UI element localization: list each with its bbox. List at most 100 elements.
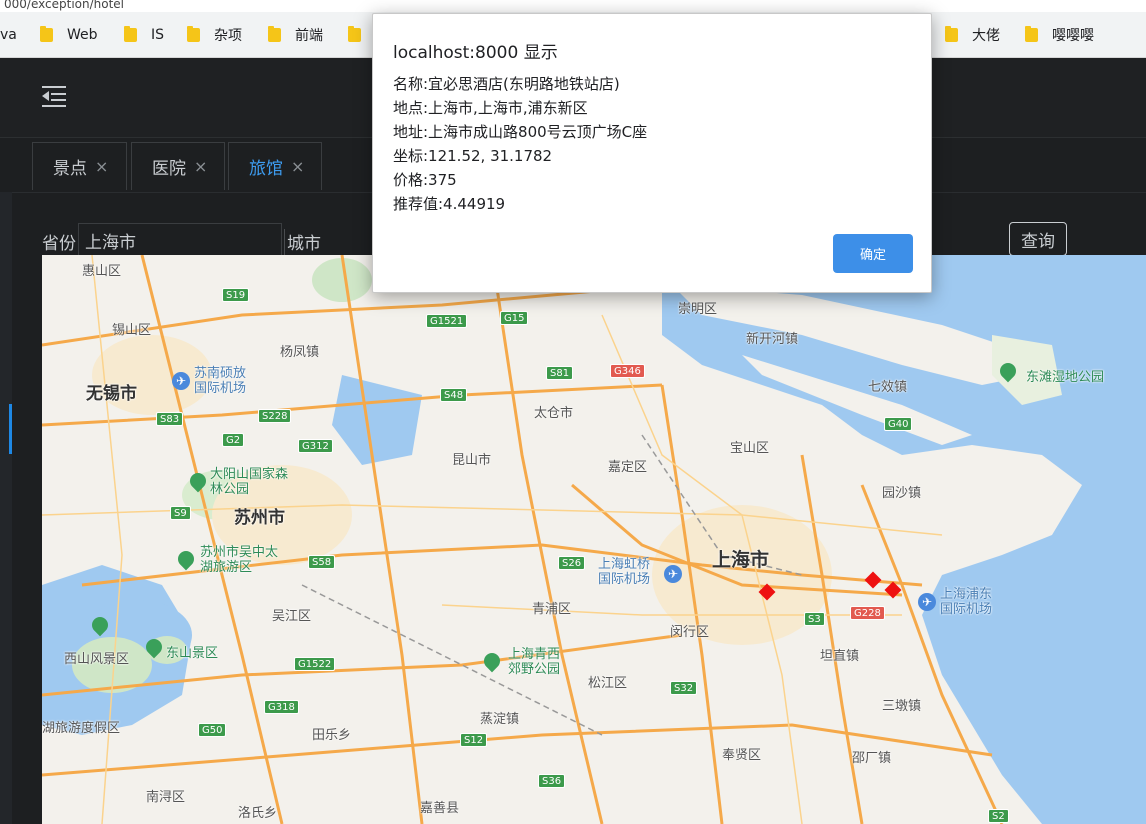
- url-fragment[interactable]: 000/exception/hotel: [0, 0, 1146, 12]
- map-label: 苏州市: [234, 508, 285, 528]
- road-shield: S3: [804, 612, 825, 626]
- bookmark-dalao[interactable]: 大佬: [945, 25, 1000, 45]
- tab-label: 医院: [152, 159, 186, 179]
- query-button[interactable]: 查询: [1009, 222, 1067, 256]
- map-label: 昆山市: [452, 453, 492, 468]
- map-label: 闵行区: [670, 625, 710, 640]
- map-label: 松江区: [588, 676, 628, 691]
- map-label: 嘉定区: [608, 460, 648, 475]
- map-view[interactable]: 惠山区 锡山区 杨凤镇 无锡市 ✈ 苏南硕放国际机场 崇明区 新开河镇 七效镇 …: [42, 255, 1146, 824]
- map-label: 苏南硕放国际机场: [194, 366, 247, 396]
- folder-icon: [268, 26, 281, 42]
- map-label: 园沙镇: [882, 486, 922, 501]
- bookmark-misc[interactable]: 杂项: [187, 25, 242, 45]
- road-shield: S48: [440, 388, 468, 402]
- bookmark-label: 前端: [295, 28, 323, 44]
- airport-icon: ✈: [664, 565, 682, 583]
- bookmark-is[interactable]: IS: [124, 25, 164, 45]
- hotel-price: 价格:375: [393, 171, 457, 189]
- map-label: 崇明区: [678, 302, 718, 317]
- map-label: 嘉善县: [420, 801, 460, 816]
- map-label: 东滩湿地公园: [1026, 370, 1105, 385]
- map-label: 湖旅游度假区: [42, 721, 121, 736]
- tab-hospital[interactable]: 医院 ×: [131, 142, 225, 190]
- hotel-score: 推荐值:4.44919: [393, 195, 506, 213]
- folder-icon: [348, 26, 361, 42]
- map-label: 南浔区: [146, 790, 186, 805]
- map-label: 锡山区: [112, 323, 152, 338]
- bookmark-va[interactable]: va: [0, 25, 17, 45]
- map-label: 上海浦东国际机场: [940, 587, 993, 617]
- road-shield: G228: [850, 606, 885, 620]
- road-shield: G1521: [426, 314, 468, 328]
- dialog-message: 名称:宜必思酒店(东明路地铁站店) 地点:上海市,上海市,浦东新区 地址:上海市…: [393, 72, 647, 216]
- road-shield: G50: [198, 723, 227, 737]
- bookmark-label: IS: [151, 27, 165, 43]
- road-shield: S83: [156, 412, 184, 426]
- map-label: 三墩镇: [882, 699, 922, 714]
- map-label: 新开河镇: [746, 332, 799, 347]
- ok-button[interactable]: 确定: [833, 234, 913, 273]
- bookmark-label: Web: [67, 27, 98, 43]
- folder-icon: [945, 26, 958, 42]
- tab-label: 旅馆: [249, 159, 283, 179]
- arrow-left-icon: [42, 91, 49, 101]
- map-label: 邵厂镇: [852, 751, 892, 766]
- bookmark-yingyingying[interactable]: 嘤嘤嘤: [1025, 25, 1094, 45]
- map-label: 坦直镇: [820, 649, 860, 664]
- province-input[interactable]: [78, 223, 282, 257]
- map-label: 奉贤区: [722, 748, 762, 763]
- app-window: 000/exception/hotel va Web IS 杂项 前端 大佬 嘤…: [0, 0, 1146, 824]
- airport-icon: ✈: [918, 593, 936, 611]
- folder-icon: [124, 26, 137, 42]
- alert-dialog: localhost:8000 显示 名称:宜必思酒店(东明路地铁站店) 地点:上…: [372, 13, 932, 293]
- map-label: 上海市: [712, 549, 770, 571]
- dialog-title: localhost:8000 显示: [393, 43, 558, 63]
- city-label: 城市: [284, 229, 321, 257]
- map-label: 上海青西郊野公园: [508, 647, 561, 677]
- hotel-address: 地址:上海市成山路800号云顶广场C座: [393, 123, 648, 141]
- road-shield: S2: [988, 809, 1009, 823]
- road-shield: S228: [258, 409, 292, 423]
- bookmark-web[interactable]: Web: [40, 25, 98, 45]
- tab-hotel[interactable]: 旅馆 ×: [228, 142, 322, 190]
- map-label: 杨凤镇: [280, 345, 320, 360]
- map-label: 东山景区: [166, 646, 219, 661]
- map-label: 田乐乡: [312, 728, 352, 743]
- map-label: 惠山区: [82, 264, 122, 279]
- tab-label: 景点: [53, 159, 87, 179]
- folder-icon: [40, 26, 53, 42]
- road-shield: G40: [884, 417, 913, 431]
- road-shield: S12: [460, 733, 488, 747]
- map-label: 大阳山国家森林公园: [210, 467, 289, 497]
- map-label: 七效镇: [868, 380, 908, 395]
- bookmark-frontend[interactable]: 前端: [268, 25, 323, 45]
- map-label: 上海虹桥国际机场: [598, 557, 651, 587]
- hotel-name: 名称:宜必思酒店(东明路地铁站店): [393, 75, 620, 93]
- folder-icon: [187, 26, 200, 42]
- map-label: 吴江区: [272, 609, 312, 624]
- menu-fold-icon[interactable]: [42, 84, 68, 108]
- map-label: 蒸淀镇: [480, 712, 520, 727]
- province-label: 省份: [42, 234, 76, 254]
- tab-scenic[interactable]: 景点 ×: [32, 142, 127, 190]
- close-icon[interactable]: ×: [291, 157, 304, 176]
- map-label: 无锡市: [86, 384, 137, 404]
- map-label: 太仓市: [534, 406, 574, 421]
- map-label: 西山风景区: [64, 652, 130, 667]
- road-shield: G1522: [294, 657, 336, 671]
- map-canvas: [42, 255, 1146, 824]
- bookmark-label: 杂项: [214, 28, 242, 44]
- map-label: 洛氏乡: [238, 806, 278, 821]
- close-icon[interactable]: ×: [95, 157, 108, 176]
- map-label: 青浦区: [532, 602, 572, 617]
- road-shield: S19: [222, 288, 250, 302]
- sidebar: [0, 192, 12, 824]
- road-shield: S9: [170, 506, 191, 520]
- bookmark-folder-hidden[interactable]: [348, 25, 375, 45]
- airport-icon: ✈: [172, 372, 190, 390]
- road-shield: G346: [610, 364, 645, 378]
- close-icon[interactable]: ×: [194, 157, 207, 176]
- hotel-coordinates: 坐标:121.52, 31.1782: [393, 147, 553, 165]
- road-shield: S36: [538, 774, 566, 788]
